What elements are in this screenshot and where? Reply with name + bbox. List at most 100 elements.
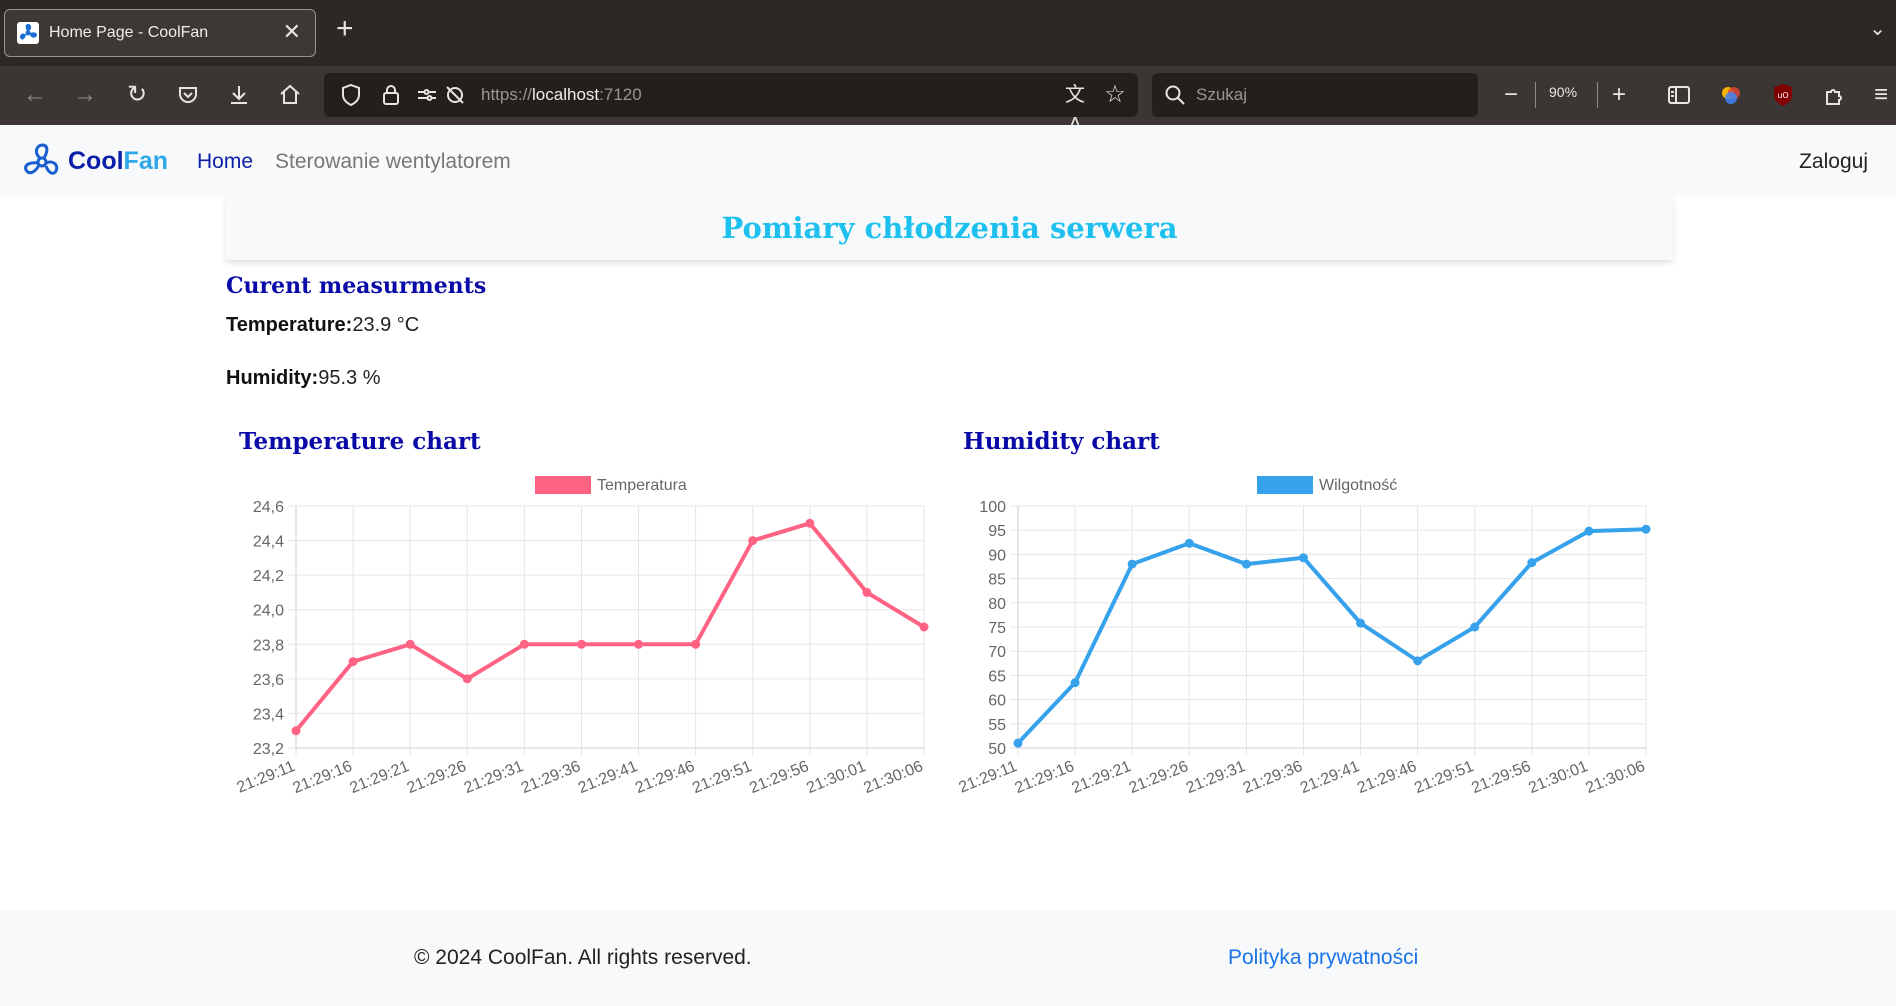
extensions-icon[interactable]	[1819, 80, 1849, 110]
hum-y-tick-label: 50	[988, 741, 1006, 758]
page-title: Pomiary chłodzenia serwera	[721, 211, 1178, 245]
temp-data-point[interactable]	[291, 726, 301, 736]
pocket-icon[interactable]	[173, 80, 203, 110]
hum-x-tick-label: 21:29:11	[956, 758, 1019, 797]
chevron-down-icon[interactable]: ⌄	[1869, 16, 1886, 41]
temp-data-point[interactable]	[348, 657, 358, 667]
temp-x-tick-label: 21:29:46	[633, 758, 697, 797]
hum-data-point[interactable]	[1013, 738, 1023, 748]
temp-y-tick-label: 23,6	[253, 672, 284, 689]
hum-x-tick-label: 21:29:36	[1241, 758, 1305, 797]
hum-data-point[interactable]	[1641, 524, 1651, 534]
star-icon[interactable]: ☆	[1100, 80, 1130, 110]
divider	[1535, 82, 1536, 108]
current-measurements-heading: Curent measurments	[226, 273, 487, 299]
coolfan-logo-icon[interactable]	[22, 141, 62, 181]
temp-data-point[interactable]	[862, 587, 872, 597]
hum-data-point[interactable]	[1470, 622, 1480, 632]
tab-title: Home Page - CoolFan	[49, 24, 209, 41]
privacy-link[interactable]: Polityka prywatności	[1228, 946, 1418, 970]
shield-icon[interactable]	[336, 80, 366, 110]
hum-x-tick-label: 21:29:26	[1127, 758, 1191, 797]
back-icon[interactable]: ←	[20, 80, 50, 110]
copyright-text: © 2024 CoolFan. All rights reserved.	[414, 946, 752, 969]
temp-x-tick-label: 21:29:21	[348, 758, 412, 797]
temp-data-point[interactable]	[919, 622, 929, 632]
hum-legend-label[interactable]: Wilgotność	[1319, 477, 1397, 494]
temp-x-tick-label: 21:29:41	[576, 758, 640, 797]
lock-icon[interactable]	[376, 80, 406, 110]
hum-data-point[interactable]	[1241, 559, 1251, 569]
hum-data-point[interactable]	[1584, 526, 1594, 536]
hum-x-tick-label: 21:29:51	[1412, 758, 1476, 797]
hum-x-tick-label: 21:29:31	[1184, 758, 1248, 797]
temp-data-point[interactable]	[691, 639, 701, 649]
zoom-in-icon[interactable]: +	[1604, 80, 1634, 110]
zoom-level[interactable]: 90%	[1549, 84, 1577, 100]
permissions-icon[interactable]	[412, 80, 442, 110]
nav-link-home[interactable]: Home	[197, 150, 253, 174]
brand-name[interactable]: CoolFan	[68, 147, 168, 176]
temp-y-tick-label: 23,8	[253, 637, 284, 654]
temp-series-line	[294, 521, 926, 732]
search-bar[interactable]: Szukaj	[1152, 73, 1478, 117]
close-icon[interactable]: ✕	[283, 19, 301, 45]
temp-data-point[interactable]	[634, 639, 644, 649]
tracking-protection-icon[interactable]	[440, 80, 470, 110]
temp-y-tick-label: 24,0	[253, 603, 284, 620]
temp-x-tick-label: 21:29:31	[462, 758, 526, 797]
search-icon	[1160, 80, 1190, 110]
brand-name-part-fan: Fan	[123, 147, 168, 175]
temp-data-point[interactable]	[462, 674, 472, 684]
temp-y-tick-label: 24,6	[253, 499, 284, 516]
hum-legend-swatch[interactable]	[1257, 476, 1313, 494]
menu-icon[interactable]: ≡	[1866, 80, 1896, 110]
temp-legend-label[interactable]: Temperatura	[597, 477, 687, 494]
site-footer: © 2024 CoolFan. All rights reserved. Pol…	[0, 910, 1896, 1006]
browser-tab-bar: Home Page - CoolFan ✕ + ⌄	[0, 0, 1896, 66]
temp-data-point[interactable]	[748, 536, 758, 546]
hum-data-point[interactable]	[1070, 678, 1080, 688]
temp-x-tick-label: 21:29:36	[519, 758, 583, 797]
temp-legend-swatch[interactable]	[535, 476, 591, 494]
hum-data-point[interactable]	[1413, 656, 1423, 666]
browser-tab[interactable]: Home Page - CoolFan ✕	[4, 9, 316, 57]
temp-x-tick-label: 21:30:06	[861, 758, 925, 797]
nav-link-fan-control[interactable]: Sterowanie wentylatorem	[275, 150, 511, 174]
humidity-chart: Wilgotność 100 95 90 85 80 75 70 65 60 55 50 21:29:1…	[950, 468, 1662, 818]
hum-y-tick-label: 65	[988, 668, 1006, 685]
home-icon[interactable]	[275, 80, 305, 110]
temp-data-point[interactable]	[576, 639, 586, 649]
temp-data-point[interactable]	[805, 518, 815, 528]
extension-colorful-icon[interactable]	[1716, 80, 1746, 110]
temp-x-tick-label: 21:29:11	[234, 758, 297, 797]
sidebar-icon[interactable]	[1664, 80, 1694, 110]
hum-data-point[interactable]	[1127, 559, 1137, 569]
hum-data-point[interactable]	[1298, 553, 1308, 563]
hum-x-tick-label: 21:29:41	[1298, 758, 1362, 797]
new-tab-icon[interactable]: +	[336, 14, 354, 44]
browser-toolbar: ← → ↻ https://localhost:7120 文A ☆ Szukaj…	[0, 66, 1896, 136]
zoom-out-icon[interactable]: −	[1496, 80, 1526, 110]
temp-x-tick-label: 21:29:56	[747, 758, 811, 797]
temp-data-point[interactable]	[519, 639, 529, 649]
login-link[interactable]: Zaloguj	[1799, 150, 1868, 174]
translate-icon[interactable]: 文A	[1060, 80, 1090, 136]
hum-y-tick-label: 100	[979, 499, 1006, 516]
temp-data-point[interactable]	[405, 639, 415, 649]
humidity-value: 95.3 %	[318, 367, 381, 389]
url-bar[interactable]: https://localhost:7120 文A ☆	[324, 73, 1138, 136]
search-input[interactable]: Szukaj	[1196, 85, 1247, 105]
forward-icon[interactable]: →	[70, 80, 100, 110]
humidity-chart-svg: Wilgotność1009590858075706560555021:29:1…	[956, 476, 1651, 797]
hum-data-point[interactable]	[1356, 618, 1366, 628]
site-navbar: CoolFan Home Sterowanie wentylatorem Zal…	[0, 125, 1896, 197]
download-icon[interactable]	[224, 80, 254, 110]
hum-data-point[interactable]	[1527, 558, 1537, 568]
reload-icon[interactable]: ↻	[122, 80, 152, 110]
ublock-icon[interactable]: uO	[1768, 80, 1798, 110]
hum-data-point[interactable]	[1184, 538, 1194, 548]
hum-y-tick-label: 90	[988, 547, 1006, 564]
temperature-value: 23.9 °C	[352, 314, 420, 336]
humidity-reading: Humidity:95.3 %	[226, 367, 380, 390]
